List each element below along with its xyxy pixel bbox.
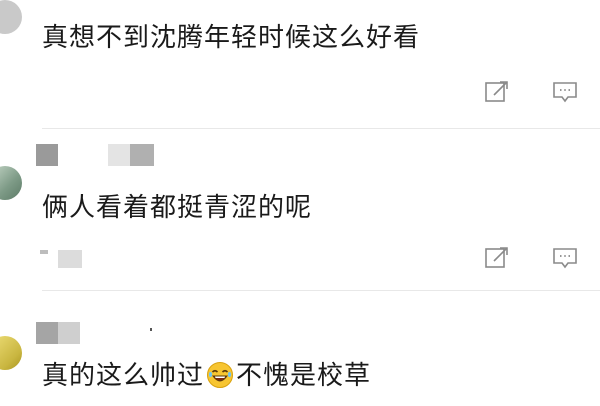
comment-item-1: 真想不到沈腾年轻时候这么好看: [0, 0, 600, 130]
username[interactable]: [36, 144, 166, 166]
comment-icon[interactable]: [551, 78, 579, 106]
timestamp: [58, 250, 82, 268]
avatar[interactable]: [0, 336, 22, 370]
comment-text: 俩人看着都挺青涩的呢: [42, 193, 313, 223]
divider: [42, 128, 600, 129]
comment-item-2: 俩人看着都挺青涩的呢: [0, 130, 600, 290]
edit-icon[interactable]: [483, 78, 511, 106]
username[interactable]: [36, 322, 166, 344]
comment-item-3: 真的这么帅过 不愧是校草: [0, 290, 600, 406]
laughing-emoji-icon: [207, 362, 234, 388]
avatar[interactable]: [0, 166, 22, 200]
comment-text: 真想不到沈腾年轻时候这么好看: [42, 23, 421, 53]
comment-text: 真的这么帅过 不愧是校草: [42, 360, 371, 392]
comment-icon[interactable]: [551, 244, 579, 272]
avatar[interactable]: [0, 0, 22, 34]
edit-icon[interactable]: [483, 244, 511, 272]
comment-text-part: 不愧是校草: [236, 361, 372, 391]
comment-list: { "comments": [ { "text": "真想不到沈腾年轻时候这么好…: [0, 0, 600, 406]
comment-text-part: 真的这么帅过: [42, 361, 205, 391]
